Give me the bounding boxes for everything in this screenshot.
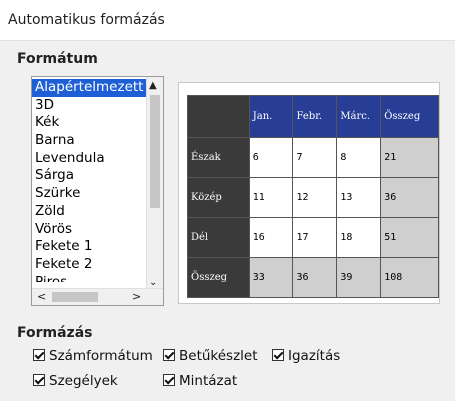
list-item[interactable]: Szürke: [32, 185, 148, 203]
table-cell: 21: [380, 137, 439, 178]
format-list: Alapértelmezett st 3D Kék Barna Levendul…: [32, 79, 148, 282]
pattern-label: Mintázat: [179, 373, 238, 389]
table-cell: 13: [336, 177, 382, 218]
table-cell: 39: [336, 257, 382, 298]
font-label: Betűkészlet: [179, 348, 258, 364]
number-format-checkbox[interactable]: Számformátum: [33, 348, 153, 364]
column-header: Márc.: [336, 95, 382, 138]
list-item[interactable]: Fekete 1: [32, 238, 148, 256]
scroll-thumb[interactable]: [150, 95, 160, 208]
column-header: Febr.: [292, 95, 338, 138]
column-header: Összeg: [380, 95, 439, 138]
row-header: Észak: [187, 137, 250, 178]
borders-checkbox[interactable]: Szegélyek: [33, 373, 118, 389]
table-cell: 33: [248, 257, 294, 298]
alignment-label: Igazítás: [288, 348, 341, 364]
number-format-label: Számformátum: [49, 348, 153, 364]
checkbox-checked-icon[interactable]: [272, 349, 284, 361]
title-bar: Automatikus formázás: [0, 0, 455, 41]
horizontal-scroll-thumb[interactable]: [52, 292, 98, 302]
row-header: Közép: [187, 177, 250, 218]
horizontal-scrollbar[interactable]: < >: [32, 288, 163, 305]
table-cell: 16: [248, 217, 294, 258]
format-preview: Jan. Febr. Márc. Összeg Észak 6 7 8 21 K…: [178, 82, 440, 304]
list-item[interactable]: Piros: [32, 274, 148, 282]
vertical-scrollbar[interactable]: ▲ ⌄: [146, 77, 163, 290]
list-item[interactable]: Sárga: [32, 167, 148, 185]
list-item[interactable]: 3D: [32, 97, 148, 115]
list-item[interactable]: Kék: [32, 114, 148, 132]
column-header: Jan.: [248, 95, 294, 138]
list-item[interactable]: Levendula: [32, 150, 148, 168]
table-cell: 18: [336, 217, 382, 258]
list-item[interactable]: Alapértelmezett st: [32, 79, 148, 97]
scroll-right-icon[interactable]: >: [132, 290, 141, 303]
table-cell: 6: [248, 137, 294, 178]
format-section-label: Formátum: [17, 51, 98, 67]
scroll-down-icon[interactable]: ⌄: [149, 277, 157, 288]
scroll-left-icon[interactable]: <: [37, 290, 46, 303]
borders-label: Szegélyek: [49, 373, 118, 389]
checkbox-checked-icon[interactable]: [163, 349, 175, 361]
format-listbox[interactable]: Alapértelmezett st 3D Kék Barna Levendul…: [31, 76, 164, 306]
table-cell: 11: [248, 177, 294, 218]
list-item[interactable]: Fekete 2: [32, 256, 148, 274]
checkbox-checked-icon[interactable]: [33, 374, 45, 386]
table-cell: 108: [380, 257, 439, 298]
pattern-checkbox[interactable]: Mintázat: [163, 373, 237, 389]
window-title: Automatikus formázás: [8, 12, 165, 28]
checkbox-checked-icon[interactable]: [33, 349, 45, 361]
alignment-checkbox[interactable]: Igazítás: [272, 348, 340, 364]
list-item[interactable]: Zöld: [32, 203, 148, 221]
table-cell: 12: [292, 177, 338, 218]
formatting-section-label: Formázás: [17, 325, 93, 341]
table-cell: 7: [292, 137, 338, 178]
table-cell: 51: [380, 217, 439, 258]
table-cell: 17: [292, 217, 338, 258]
corner-cell: [187, 95, 250, 138]
table-cell: 8: [336, 137, 382, 178]
list-item[interactable]: Vörös: [32, 221, 148, 239]
checkbox-checked-icon[interactable]: [163, 374, 175, 386]
scroll-up-icon[interactable]: ▲: [149, 80, 157, 91]
font-checkbox[interactable]: Betűkészlet: [163, 348, 258, 364]
preview-table: Jan. Febr. Márc. Összeg Észak 6 7 8 21 K…: [187, 95, 439, 298]
row-header: Dél: [187, 217, 250, 258]
table-cell: 36: [292, 257, 338, 298]
list-item[interactable]: Barna: [32, 132, 148, 150]
table-cell: 36: [380, 177, 439, 218]
row-header: Összeg: [187, 257, 250, 298]
